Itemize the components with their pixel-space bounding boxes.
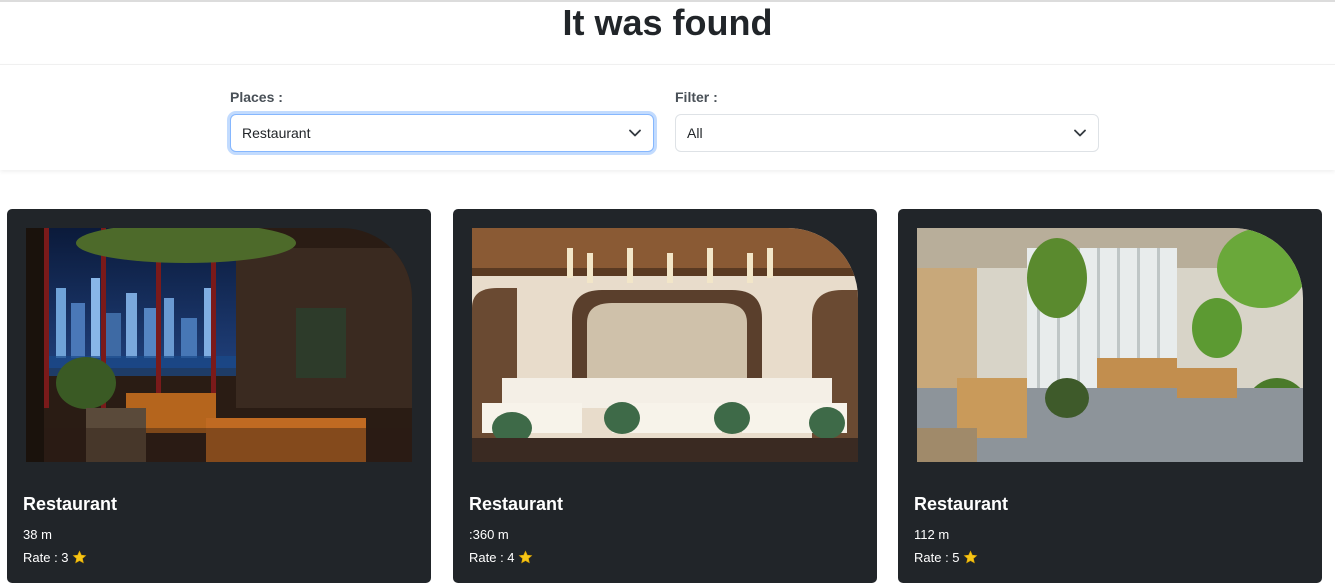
- filter-select[interactable]: All: [675, 114, 1099, 152]
- page-title: It was found: [562, 2, 773, 43]
- star-icon: [518, 550, 532, 564]
- filter-bar: Places : Restaurant Filter : All: [0, 64, 1335, 170]
- restaurant-photo: [917, 228, 1303, 462]
- places-label: Places :: [230, 89, 283, 105]
- restaurant-photo: [26, 228, 412, 462]
- chevron-down-icon: [1074, 129, 1086, 137]
- card-title: Restaurant: [23, 494, 118, 514]
- places-select-value: Restaurant: [242, 125, 311, 141]
- place-card[interactable]: Restaurant 112 m Rate : 5: [898, 209, 1322, 583]
- filter-label: Filter :: [675, 89, 718, 105]
- places-field: Places : Restaurant: [230, 88, 654, 152]
- place-card[interactable]: Restaurant 38 m Rate : 3: [7, 209, 431, 583]
- filter-field: Filter : All: [675, 88, 1099, 152]
- card-rate-label: Rate : 4: [469, 550, 515, 565]
- card-rate-label: Rate : 3: [23, 550, 69, 565]
- star-icon: [72, 550, 86, 564]
- card-rate-label: Rate : 5: [914, 550, 960, 565]
- card-title: Restaurant: [914, 494, 1009, 514]
- card-distance: :360 m: [469, 527, 509, 542]
- card-rating: Rate : 4: [469, 550, 533, 565]
- restaurant-photo: [472, 228, 858, 462]
- star-icon: [963, 550, 977, 564]
- card-rating: Rate : 5: [914, 550, 978, 565]
- place-card[interactable]: Restaurant :360 m Rate : 4: [453, 209, 877, 583]
- card-distance: 38 m: [23, 527, 52, 542]
- card-title: Restaurant: [469, 494, 564, 514]
- card-rating: Rate : 3: [23, 550, 87, 565]
- places-select[interactable]: Restaurant: [230, 114, 654, 152]
- filter-select-value: All: [687, 125, 703, 141]
- card-distance: 112 m: [914, 527, 950, 542]
- chevron-down-icon: [629, 129, 641, 137]
